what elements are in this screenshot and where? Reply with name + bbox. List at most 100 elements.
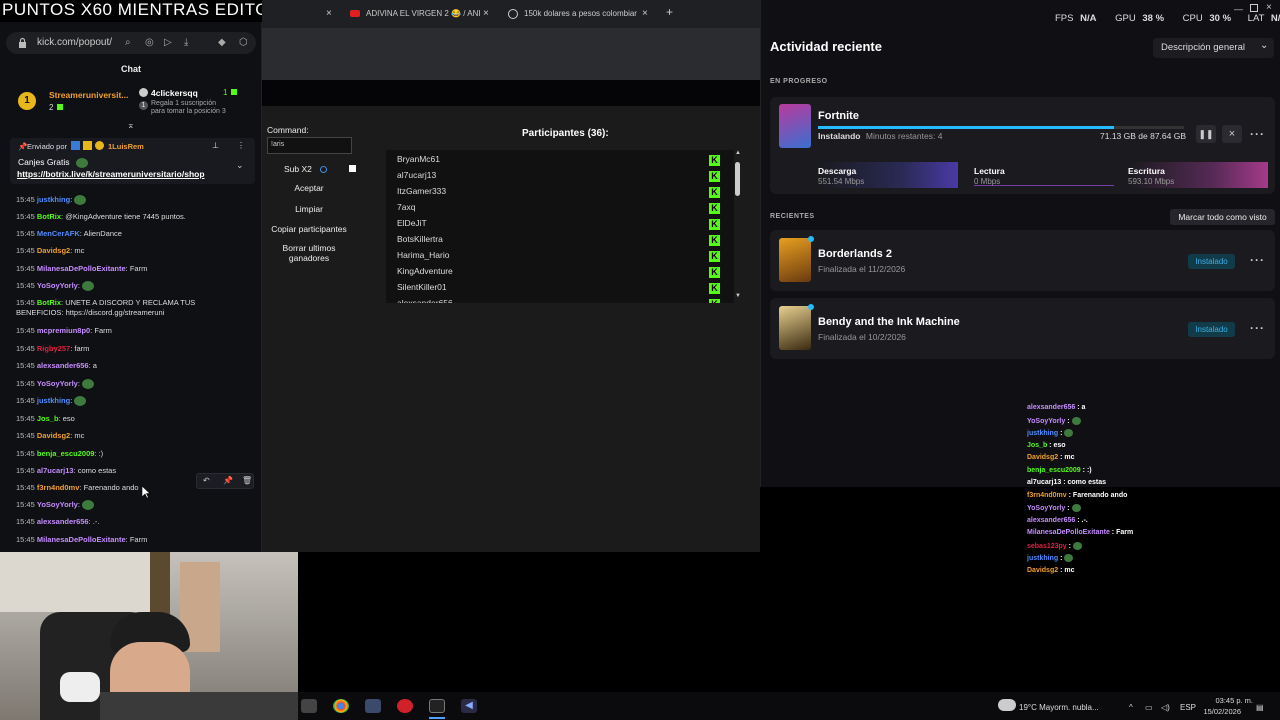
more-options-icon[interactable]: ··· [1250, 127, 1265, 141]
window-app-icon[interactable] [365, 699, 381, 713]
filter-dropdown[interactable]: Descripción general ⌄ [1153, 38, 1274, 58]
participant-name[interactable]: BryanMc61 [397, 154, 440, 164]
message-user[interactable]: YoSoyYorly [37, 379, 78, 388]
participant-name[interactable]: 7axq [397, 202, 415, 212]
participant-name[interactable]: BotsKillertra [397, 234, 443, 244]
extension-icon[interactable]: ◆ [218, 37, 226, 48]
participant-name[interactable]: ItzGamer333 [397, 186, 446, 196]
page-header-bar [262, 80, 760, 106]
collapse-icon[interactable]: ⌅ [127, 120, 135, 131]
accept-button[interactable]: Aceptar [266, 183, 352, 193]
message-user[interactable]: BotRix [37, 212, 61, 221]
fortnite-thumbnail[interactable] [779, 104, 811, 148]
message-user[interactable]: YoSoyYorly [37, 500, 78, 509]
mark-all-seen-button[interactable]: Marcar todo como visto [1170, 209, 1275, 225]
message-user[interactable]: Rigby257 [37, 344, 70, 353]
new-indicator [808, 304, 814, 310]
more-icon[interactable]: ⋮ [237, 141, 245, 150]
network-icon[interactable]: ▭ [1145, 703, 1153, 712]
message-user[interactable]: alexsander656 [37, 517, 89, 526]
info-icon[interactable] [320, 166, 327, 173]
message-user[interactable]: f3rn4nd0mv [37, 483, 80, 492]
message-user[interactable]: alexsander656 [37, 361, 89, 370]
scrollbar-thumb[interactable] [735, 162, 740, 196]
minimize-icon[interactable]: — [1234, 4, 1243, 14]
participant-name[interactable]: KingAdventure [397, 266, 453, 276]
red-app-icon[interactable] [397, 699, 413, 713]
message-user[interactable]: BotRix [37, 298, 61, 307]
overlay-chat-message: Davidsg2 : mc [1027, 566, 1075, 574]
clock-date[interactable]: 15/02/2026 [1201, 707, 1241, 716]
chat-message: 15:45 benja_escu2009: :) [16, 449, 104, 458]
send-icon[interactable]: ▷ [164, 37, 172, 48]
cube-icon[interactable]: ⬡ [239, 37, 248, 48]
message-user[interactable]: Davidsg2 [37, 246, 70, 255]
participants-list: BryanMc61 Kal7ucarj13 K ItzGamer333 K 7axq K El… [386, 150, 736, 303]
language-indicator[interactable]: ESP [1180, 703, 1196, 712]
message-user[interactable]: MilanesaDePolloExitante [37, 264, 126, 273]
app-icon[interactable] [301, 699, 317, 713]
leader-1-name[interactable]: Streameruniversit... [49, 90, 134, 100]
participant-name[interactable]: ElDeJiT [397, 218, 427, 228]
sub-checkbox[interactable] [349, 165, 356, 172]
close-tab-icon[interactable]: × [483, 8, 489, 19]
editor-icon[interactable]: ◀ [461, 699, 477, 713]
message-user[interactable]: Jos_b [37, 414, 59, 423]
message-user[interactable]: benja_escu2009 [37, 449, 95, 458]
reply-icon[interactable]: ↶ [203, 476, 210, 485]
message-user[interactable]: YoSoyYorly [37, 281, 78, 290]
close-tab-icon[interactable]: × [642, 8, 648, 19]
message-user[interactable]: MilanesaDePolloExitante [37, 535, 126, 544]
search-icon[interactable]: ⌕ [125, 37, 131, 48]
message-user[interactable]: MenCerAFK [37, 229, 80, 238]
leader-2-name[interactable]: 4clickersqq [151, 88, 198, 98]
participant-name[interactable]: SilentKiller01 [397, 282, 447, 292]
scroll-down-icon[interactable]: ▼ [735, 293, 741, 299]
recent-game-title: Borderlands 2 [818, 248, 892, 260]
download-icon[interactable]: ⤓ [184, 37, 188, 48]
participant-name[interactable]: alexsander656 [397, 298, 453, 303]
participant-name[interactable]: al7ucarj13 [397, 170, 436, 180]
close-window-icon[interactable]: × [1266, 2, 1272, 13]
message-user[interactable]: justkhing [37, 195, 70, 204]
participant-name[interactable]: Harima_Hario [397, 250, 449, 260]
message-user[interactable]: Davidsg2 [37, 431, 70, 440]
more-options-icon[interactable]: ··· [1250, 321, 1265, 335]
notification-icon[interactable]: ▤ [1256, 703, 1264, 712]
copy-participants-button[interactable]: Copiar participantes [266, 224, 352, 234]
message-user[interactable]: mcpremiun8p0 [37, 326, 90, 335]
unpin-icon[interactable]: ⊥ [212, 141, 219, 150]
chevron-up-icon[interactable]: ^ [1129, 703, 1133, 712]
weather-text[interactable]: 19°C Mayorm. nubla... [1019, 703, 1099, 712]
clock-time[interactable]: 03:45 p. m. [1213, 696, 1253, 705]
new-tab-button[interactable]: + [666, 5, 673, 19]
close-tab-icon[interactable]: × [326, 8, 332, 19]
tab-150k-dolares[interactable]: 150k dolares a pesos colombiar [500, 4, 650, 24]
tab-adivina[interactable]: ADIVINA EL VIRGEN 2 😂 / ANI [342, 4, 494, 24]
chrome-icon[interactable] [333, 699, 349, 713]
chat-message: 15:45 f3rn4nd0mv: Farenando ando [16, 483, 139, 492]
delete-icon[interactable]: 🗑 [242, 476, 252, 485]
game-title: Fortnite [818, 110, 859, 122]
message-user[interactable]: al7ucarj13 [37, 466, 74, 475]
clear-button[interactable]: Limpiar [266, 204, 352, 214]
address-bar[interactable]: kick.com/popout/ ⌕ ◎ ▷ ⤓ ◆ ⬡ [6, 32, 256, 54]
message-user[interactable]: justkhing [37, 396, 70, 405]
participants-scrollbar[interactable]: ▲ ▼ [734, 150, 742, 303]
overlay-chat-message: f3rn4nd0mv : Farenando ando [1027, 491, 1128, 499]
chat-message: 15:45 MilanesaDePolloExitante: Farm [16, 535, 148, 544]
pause-button[interactable]: ❚❚ [1196, 125, 1216, 143]
clear-winners-button[interactable]: Borrar ultimos ganadores [266, 243, 352, 263]
epic-games-icon[interactable] [429, 699, 445, 713]
volume-icon[interactable]: ◁) [1161, 703, 1170, 712]
cancel-button[interactable]: × [1222, 125, 1242, 143]
more-options-icon[interactable]: ··· [1250, 253, 1265, 267]
shield-icon[interactable]: ◎ [145, 37, 154, 48]
scroll-up-icon[interactable]: ▲ [735, 150, 741, 156]
pin-icon[interactable]: 📌 [223, 476, 233, 485]
pinned-sent-by-name[interactable]: 1LuisRem [108, 142, 144, 151]
maximize-icon[interactable] [1250, 4, 1258, 12]
command-input[interactable]: !aris [267, 137, 352, 154]
pinned-link[interactable]: https://botrix.live/k/streameruniversita… [17, 169, 205, 179]
chevron-down-icon[interactable]: ⌄ [236, 160, 244, 171]
